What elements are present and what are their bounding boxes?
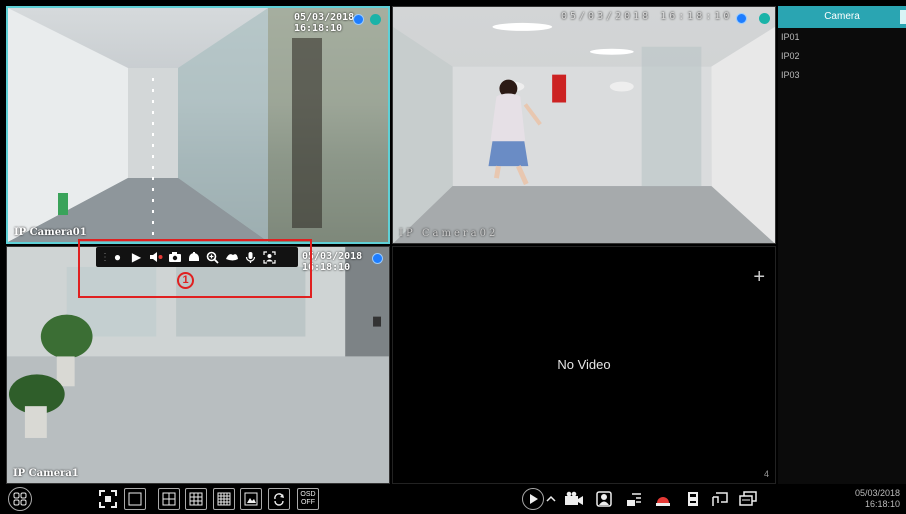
sequence-button[interactable]	[268, 488, 290, 510]
disk-icon	[688, 492, 698, 506]
nine-view-icon	[189, 492, 203, 506]
callout-highlight-box	[78, 239, 312, 298]
osd-camera-name: IP Camera1	[13, 468, 79, 479]
single-view-icon	[128, 492, 142, 506]
add-camera-button[interactable]: +	[753, 267, 765, 287]
manual-record-button[interactable]	[563, 488, 585, 510]
event-list-button[interactable]	[623, 488, 645, 510]
grid-menu-icon	[13, 492, 27, 506]
quad-view-icon	[162, 492, 176, 506]
video-tile-2[interactable]: 05/03/2018 16:18:10 IP Camera02	[392, 6, 776, 244]
system-clock: 05/03/2018 16:18:10	[855, 488, 900, 510]
osd-camera-name: IP Camera02	[399, 228, 499, 239]
user-icon	[596, 491, 612, 507]
camera-list-panel: Camera IP01 IP02 IP03	[778, 6, 906, 484]
osd-label: OSD	[300, 491, 316, 498]
recording-status-icon	[736, 13, 747, 24]
network-icon	[712, 492, 728, 506]
alarm-status-button[interactable]	[652, 488, 674, 510]
alarm-status-icon	[759, 13, 770, 24]
video-tile-1[interactable]: 05/03/2018 16:18:10 IP Camera01	[6, 6, 390, 244]
clock-time: 16:18:10	[864, 499, 900, 509]
osd-timestamp: 05/03/2018 16:18:10	[561, 11, 733, 22]
fullscreen-button[interactable]	[97, 488, 119, 510]
video-camera-icon	[565, 491, 583, 505]
windows-icon	[739, 491, 757, 506]
disk-info-button[interactable]	[682, 488, 704, 510]
video-tile-4[interactable]: + No Video 4	[392, 246, 776, 484]
play-icon	[530, 494, 538, 504]
sixteen-view-icon	[217, 492, 231, 506]
camera-list-item[interactable]: IP01	[778, 28, 906, 47]
picture-icon	[244, 492, 258, 506]
panel-collapse-handle[interactable]	[900, 10, 906, 24]
alarm-status-icon	[370, 14, 381, 25]
network-status-button[interactable]	[709, 488, 731, 510]
callout-number: 1	[177, 272, 194, 289]
start-menu-button[interactable]	[8, 487, 32, 511]
tab-camera-label: Camera	[824, 11, 860, 22]
playback-button[interactable]	[522, 488, 544, 510]
fullscreen-icon	[99, 490, 117, 508]
layout-1-button[interactable]	[124, 488, 146, 510]
expand-toolbar-button[interactable]	[544, 488, 558, 510]
camera-list-item[interactable]: IP02	[778, 47, 906, 66]
tab-camera[interactable]: Camera	[778, 6, 906, 28]
image-mode-button[interactable]	[240, 488, 262, 510]
layout-4-button[interactable]	[158, 488, 180, 510]
clock-date: 05/03/2018	[854, 488, 900, 498]
refresh-cycle-icon	[274, 493, 284, 506]
camera-list-item[interactable]: IP03	[778, 66, 906, 85]
camera-feed-corridor	[8, 8, 388, 242]
camera-feed-hallway	[393, 7, 775, 243]
list-icon	[627, 493, 641, 506]
chevron-up-icon	[546, 495, 556, 502]
alarm-light-icon	[656, 497, 670, 506]
osd-state: OFF	[300, 499, 315, 506]
no-video-label: No Video	[557, 357, 611, 372]
recording-status-icon	[353, 14, 364, 25]
layout-9-button[interactable]	[185, 488, 207, 510]
osd-toggle-button[interactable]: OSD OFF	[297, 488, 319, 510]
multi-screen-button[interactable]	[737, 488, 759, 510]
tile-number: 4	[763, 469, 769, 479]
recording-status-icon	[372, 253, 383, 264]
face-search-button[interactable]	[593, 488, 615, 510]
osd-camera-name: IP Camera01	[14, 227, 87, 238]
bottom-taskbar: OSD OFF 05/03/2018 16:18:10	[0, 484, 906, 514]
layout-16-button[interactable]	[213, 488, 235, 510]
